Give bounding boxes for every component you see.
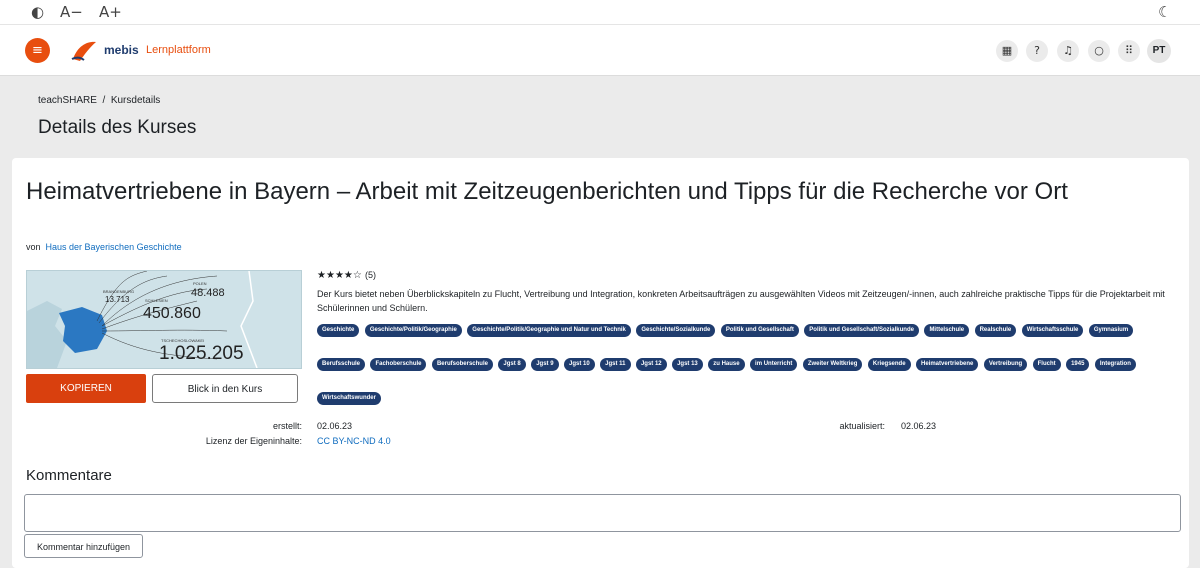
- add-comment-button[interactable]: Kommentar hinzufügen: [24, 534, 143, 558]
- tag-badge[interactable]: Zweiter Weltkrieg: [802, 358, 863, 371]
- tag-badge[interactable]: Jgst 11: [600, 358, 631, 371]
- tag-badge[interactable]: Geschichte: [317, 324, 360, 337]
- tag-badge[interactable]: Integration: [1094, 358, 1136, 371]
- brand-subtitle: Lernplattform: [146, 44, 211, 56]
- chat-icon[interactable]: ○: [1088, 40, 1110, 62]
- star-icon: ★: [325, 270, 335, 281]
- tag-badge[interactable]: Realschule: [974, 324, 1017, 337]
- apps-grid-icon[interactable]: ⠿: [1118, 40, 1140, 62]
- tag-badge[interactable]: Geschichte/Politik/Geographie: [364, 324, 462, 337]
- license-value: CC BY-NC-ND 4.0: [317, 436, 391, 446]
- course-thumbnail[interactable]: BRANDENBURG 13.713 POLEN 48.488 SCHLESIE…: [26, 270, 302, 369]
- rating: ★★★★☆ (5): [317, 270, 376, 281]
- copy-button[interactable]: KOPIEREN: [26, 374, 146, 403]
- thumb-value-polen: 48.488: [191, 287, 225, 299]
- course-card: Heimatvertriebene in Bayern – Arbeit mit…: [12, 158, 1189, 568]
- help-icon[interactable]: ?: [1026, 40, 1048, 62]
- tag-badge[interactable]: Mittelschule: [924, 324, 970, 337]
- tag-badge[interactable]: Geschichte/Sozialkunde: [636, 324, 716, 337]
- user-avatar[interactable]: PT: [1147, 39, 1171, 63]
- tag-badge[interactable]: Jgst 9: [531, 358, 559, 371]
- font-increase-button[interactable]: A+: [99, 3, 122, 21]
- tag-badge[interactable]: Geschichte/Politik/Geographie und Natur …: [467, 324, 631, 337]
- moon-icon[interactable]: ☾: [1158, 3, 1171, 21]
- breadcrumb: teachSHARE / Kursdetails: [38, 95, 160, 106]
- rating-count: (5): [365, 270, 377, 280]
- tag-badge[interactable]: Jgst 13: [672, 358, 703, 371]
- comment-input[interactable]: [24, 494, 1181, 532]
- license-link[interactable]: CC BY-NC-ND 4.0: [317, 436, 391, 446]
- breadcrumb-current: Kursdetails: [110, 95, 161, 106]
- breadcrumb-teachshare[interactable]: teachSHARE: [38, 95, 97, 106]
- thumb-label-brandenburg: BRANDENBURG: [103, 289, 134, 294]
- thumb-label-schlesien: SCHLESIEN: [145, 298, 168, 303]
- tag-badge[interactable]: Jgst 12: [635, 358, 667, 371]
- tag-badge[interactable]: Fachoberschule: [370, 358, 427, 371]
- bell-icon[interactable]: ♫: [1057, 40, 1079, 62]
- star-icon: ★: [343, 270, 353, 281]
- tag-list: Geschichte Geschichte/Politik/Geographie…: [317, 318, 1147, 420]
- author-link[interactable]: Haus der Bayerischen Geschichte: [46, 242, 182, 252]
- font-decrease-button[interactable]: A−: [60, 3, 83, 21]
- thumb-label-polen: POLEN: [193, 281, 207, 286]
- hamburger-icon[interactable]: ≡: [25, 38, 50, 63]
- tag-badge[interactable]: Berufsschule: [317, 358, 366, 371]
- tag-badge[interactable]: Jgst 10: [564, 358, 595, 371]
- tag-badge[interactable]: Vertreibung: [983, 358, 1028, 371]
- thumb-value-tschechoslowakei: 1.025.205: [159, 343, 244, 364]
- tag-badge[interactable]: Berufsoberschule: [431, 358, 493, 371]
- brand-name[interactable]: mebis: [104, 43, 139, 57]
- tag-badge[interactable]: zu Hause: [708, 358, 745, 371]
- breadcrumb-separator: /: [102, 95, 106, 106]
- mebis-logo-icon[interactable]: [70, 39, 98, 63]
- star-empty-icon: ☆: [352, 270, 362, 281]
- tag-badge[interactable]: Wirtschaftsschule: [1021, 324, 1084, 337]
- tag-badge[interactable]: Heimatvertriebene: [916, 358, 979, 371]
- tag-badge[interactable]: Kriegsende: [867, 358, 911, 371]
- page-title: Details des Kurses: [38, 117, 197, 138]
- created-label: erstellt:: [272, 421, 302, 431]
- tag-badge[interactable]: Wirtschaftswunder: [317, 392, 381, 405]
- qr-code-icon[interactable]: ▦: [996, 40, 1018, 62]
- accessibility-bar: ◐ A− A+ ☾: [0, 0, 1200, 25]
- contrast-icon[interactable]: ◐: [31, 3, 44, 21]
- tag-badge[interactable]: 1945: [1066, 358, 1090, 371]
- tag-badge[interactable]: im Unterricht: [750, 358, 798, 371]
- updated-label: aktualisiert:: [839, 421, 885, 431]
- tag-badge[interactable]: Flucht: [1032, 358, 1061, 371]
- comments-heading: Kommentare: [26, 467, 112, 484]
- tag-badge[interactable]: Politik und Gesellschaft: [720, 324, 799, 337]
- updated-value: 02.06.23: [901, 421, 937, 431]
- course-description: Der Kurs bietet neben Überblickskapiteln…: [317, 289, 1165, 313]
- view-course-button[interactable]: Blick in den Kurs: [152, 374, 298, 403]
- created-value: 02.06.23: [317, 421, 353, 431]
- tag-badge[interactable]: Politik und Gesellschaft/Sozialkunde: [804, 324, 919, 337]
- navbar: ≡ mebis Lernplattform ▦ ? ♫ ○ ⠿ PT: [0, 25, 1200, 76]
- tag-badge[interactable]: Jgst 8: [498, 358, 526, 371]
- star-icon: ★: [334, 270, 344, 281]
- course-title: Heimatvertriebene in Bayern – Arbeit mit…: [26, 178, 1068, 205]
- star-icon: ★: [317, 270, 326, 281]
- tag-badge[interactable]: Gymnasium: [1088, 324, 1134, 337]
- thumb-value-brandenburg: 13.713: [105, 295, 130, 304]
- license-label: Lizenz der Eigeninhalte:: [205, 436, 302, 446]
- course-byline: von Haus der Bayerischen Geschichte: [26, 242, 182, 252]
- thumb-value-schlesien: 450.860: [143, 305, 201, 322]
